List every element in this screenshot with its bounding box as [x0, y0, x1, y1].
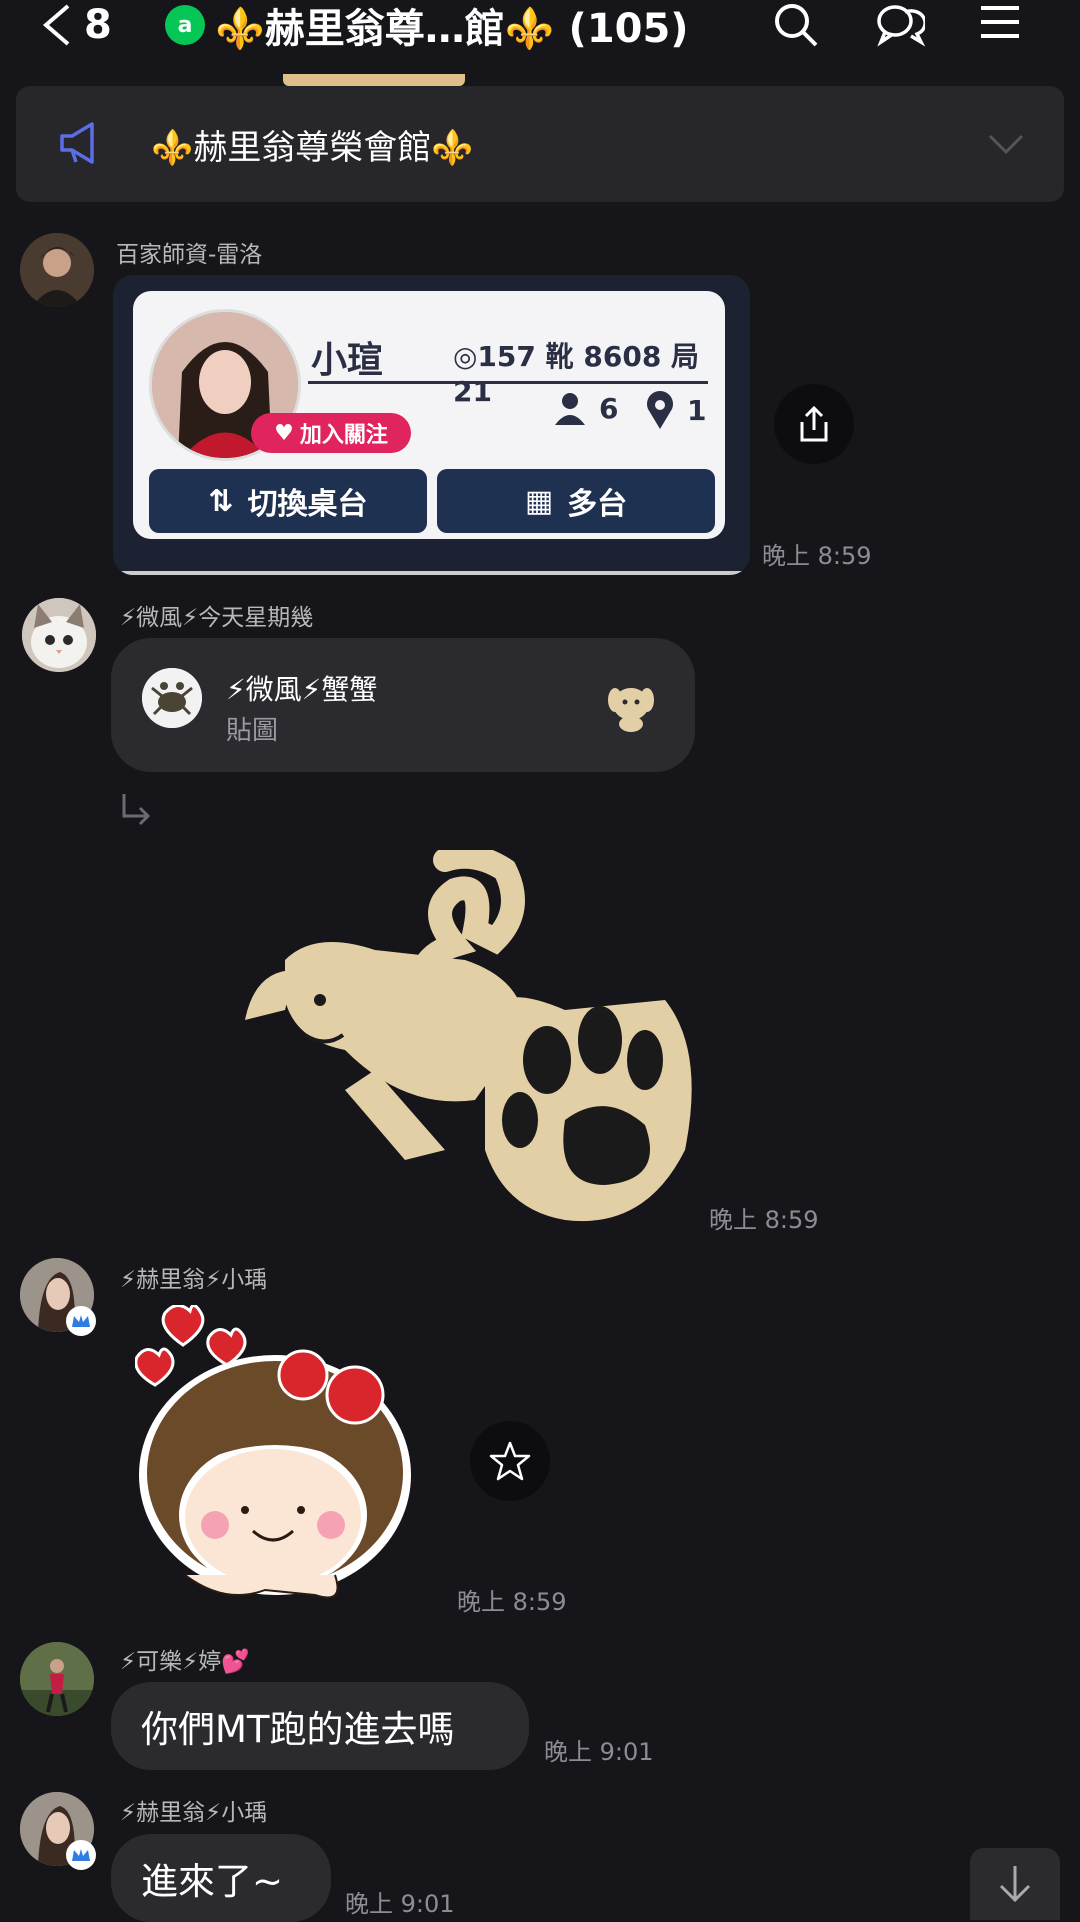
threads-button[interactable] — [872, 0, 928, 50]
megaphone-icon — [60, 122, 94, 164]
location-count: 1 — [645, 391, 706, 429]
card-body: 小瑄 ◎157 靴 8608 局 21 ♥ 加入關注 6 1 ⇅ 切換桌台 ▦ 多… — [133, 291, 725, 539]
message-time: 晚上 8:59 — [709, 1206, 819, 1234]
divider — [308, 381, 708, 384]
follow-label: 加入關注 — [299, 423, 388, 448]
chat-title-text: ⚜️赫里翁尊…館⚜️ (105) — [215, 6, 689, 52]
quoted-sender: ⚡微風⚡蟹蟹 — [226, 673, 378, 706]
chevron-left-icon — [42, 4, 70, 46]
announcement-text: ⚜️赫里翁尊榮會館⚜️ — [151, 127, 474, 168]
person-icon — [555, 393, 585, 425]
favorite-button[interactable] — [470, 1421, 550, 1501]
multi-table-icon: ▦ — [524, 483, 554, 519]
message-time: 晚上 8:59 — [762, 542, 872, 570]
dog-paw-sticker[interactable] — [225, 850, 695, 1230]
reply-quote-bubble[interactable]: ⚡微風⚡蟹蟹 貼圖 — [111, 638, 695, 772]
message-time: 晚上 9:01 — [544, 1738, 654, 1766]
multi-table-label: 多台 — [567, 487, 628, 522]
unread-count: 8 — [84, 2, 112, 48]
sender-name: ⚡可樂⚡婷💕 — [120, 1649, 250, 1675]
reply-arrow-icon — [122, 794, 151, 826]
location-pin-icon — [647, 391, 673, 429]
chat-bubbles-icon — [877, 5, 925, 47]
switch-table-button[interactable]: ⇅ 切換桌台 — [149, 469, 427, 533]
share-icon — [800, 405, 828, 442]
sender-name: ⚡微風⚡今天星期幾 — [120, 605, 314, 631]
viewer-count-value: 6 — [599, 391, 619, 425]
switch-icon: ⇅ — [208, 483, 234, 519]
sender-name: ⚡赫里翁⚡小瑀 — [120, 1267, 268, 1293]
host-name: 小瑄 — [311, 340, 384, 381]
crown-badge-icon — [66, 1840, 96, 1870]
hamburger-menu-icon — [981, 6, 1019, 38]
quoted-content: 貼圖 — [226, 716, 279, 746]
avatar[interactable] — [20, 233, 94, 307]
header-tab-indicator — [283, 74, 465, 86]
avatar[interactable] — [22, 598, 96, 672]
viewer-count: 6 — [553, 391, 618, 425]
chevron-down-icon[interactable] — [986, 126, 1026, 162]
back-button[interactable]: 8 — [40, 0, 112, 50]
announcement-bar[interactable]: ⚜️赫里翁尊榮會館⚜️ — [16, 86, 1064, 202]
message-bubble[interactable]: 你們MT跑的進去嗎 — [111, 1682, 529, 1770]
message-bubble[interactable]: 進來了~ — [111, 1834, 331, 1922]
search-icon — [775, 4, 818, 47]
message-text: 進來了~ — [141, 1860, 284, 1903]
menu-button[interactable] — [972, 0, 1028, 50]
girl-hearts-sticker[interactable] — [135, 1305, 415, 1605]
sender-name: 百家師資-雷洛 — [116, 242, 263, 268]
location-count-value: 1 — [687, 393, 707, 427]
chat-title[interactable]: a ⚜️赫里翁尊…館⚜️ (105) — [165, 0, 689, 52]
sender-name: ⚡赫里翁⚡小瑀 — [120, 1800, 268, 1826]
quoted-sticker-thumbnail — [608, 688, 654, 732]
live-table-card[interactable]: 小瑄 ◎157 靴 8608 局 21 ♥ 加入關注 6 1 ⇅ 切換桌台 ▦ 多… — [113, 275, 750, 575]
top-bar: 8 a ⚜️赫里翁尊…館⚜️ (105) — [0, 0, 1080, 80]
crown-badge-icon — [66, 1306, 96, 1336]
message-text: 你們MT跑的進去嗎 — [141, 1708, 455, 1751]
card-bottom-edge — [113, 571, 750, 575]
star-icon — [489, 1441, 531, 1481]
switch-table-label: 切換桌台 — [247, 487, 368, 522]
heart-icon: ♥ — [274, 420, 294, 446]
multi-table-button[interactable]: ▦ 多台 — [437, 469, 715, 533]
search-button[interactable] — [768, 0, 824, 50]
official-account-badge-icon: a — [165, 5, 205, 45]
scroll-to-bottom-button[interactable] — [970, 1848, 1060, 1920]
avatar[interactable] — [20, 1642, 94, 1716]
follow-button[interactable]: ♥ 加入關注 — [251, 413, 411, 453]
share-button[interactable] — [774, 384, 854, 464]
arrow-down-icon — [999, 1866, 1031, 1903]
message-time: 晚上 8:59 — [457, 1588, 567, 1616]
quoted-avatar — [142, 668, 202, 728]
message-time: 晚上 9:01 — [345, 1890, 455, 1918]
